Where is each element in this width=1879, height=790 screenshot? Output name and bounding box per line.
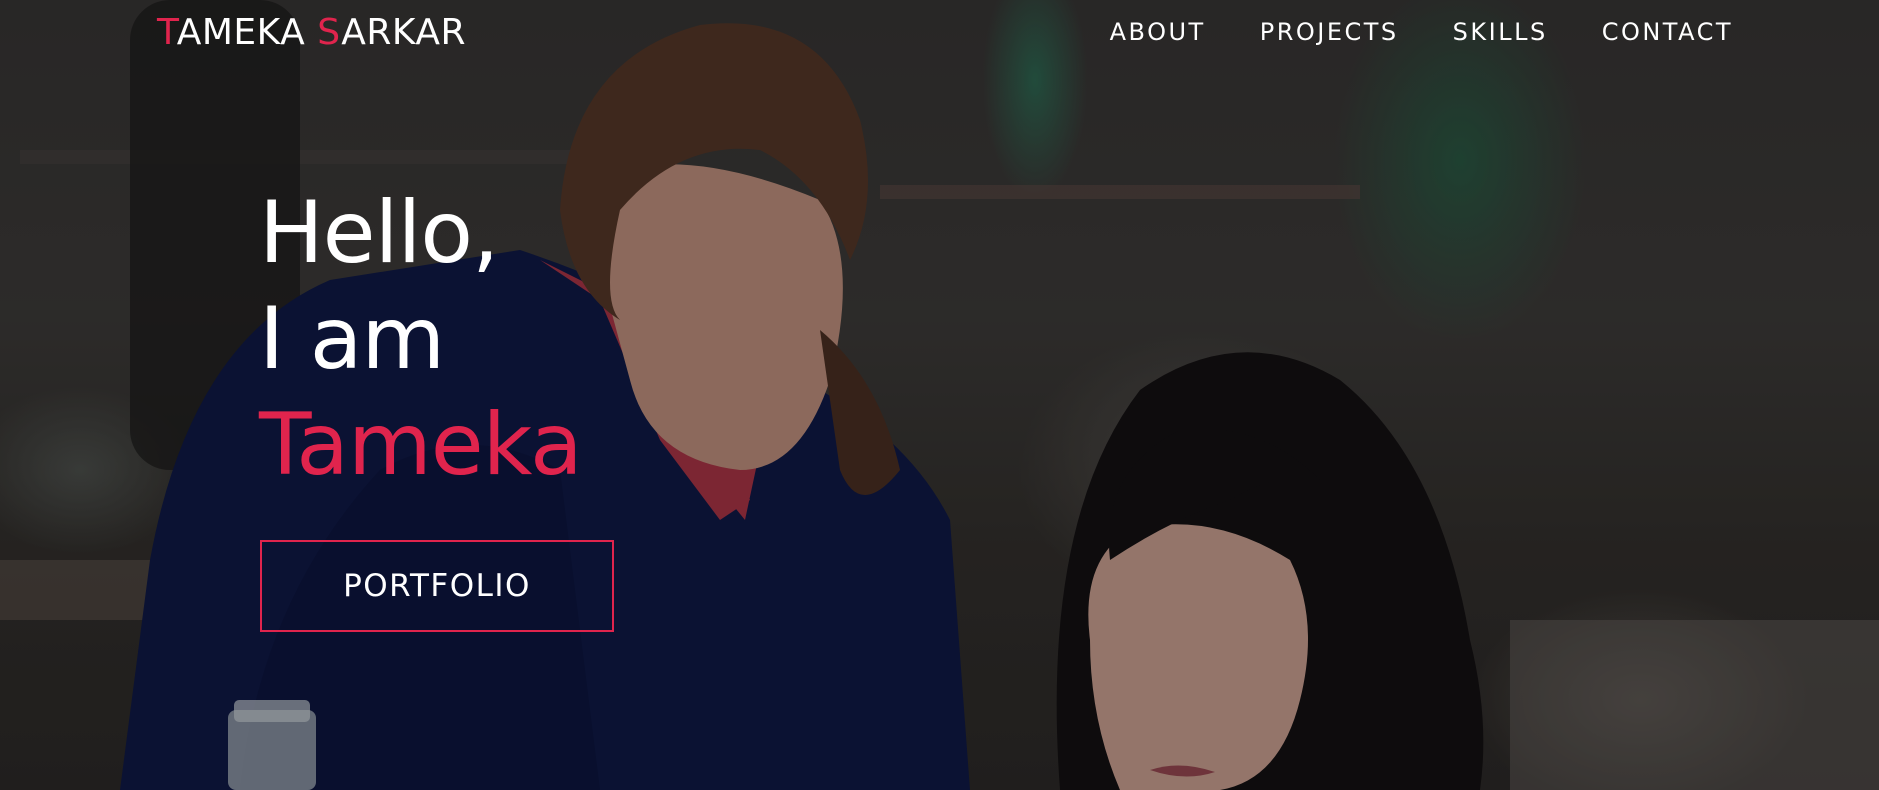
hero-intro: I am — [259, 289, 445, 389]
logo-first-initial: T — [157, 12, 177, 53]
nav-skills[interactable]: SKILLS — [1453, 18, 1548, 46]
main-nav: ABOUT PROJECTS SKILLS CONTACT — [1110, 18, 1733, 46]
portfolio-button[interactable]: PORTFOLIO — [260, 540, 614, 632]
hero-section: TAMEKA SARKAR ABOUT PROJECTS SKILLS CONT… — [0, 0, 1879, 790]
nav-projects[interactable]: PROJECTS — [1260, 18, 1399, 46]
logo-last-initial: S — [317, 12, 342, 53]
site-logo[interactable]: TAMEKA SARKAR — [157, 12, 466, 53]
hero-name: Tameka — [259, 395, 583, 495]
hero-greeting: Hello, — [259, 183, 499, 283]
hero-headline: Hello, I am Tameka — [259, 180, 583, 498]
nav-about[interactable]: ABOUT — [1110, 18, 1206, 46]
logo-first-rest: AMEKA — [176, 12, 318, 53]
logo-last-rest: ARKAR — [341, 12, 466, 53]
nav-contact[interactable]: CONTACT — [1602, 18, 1733, 46]
